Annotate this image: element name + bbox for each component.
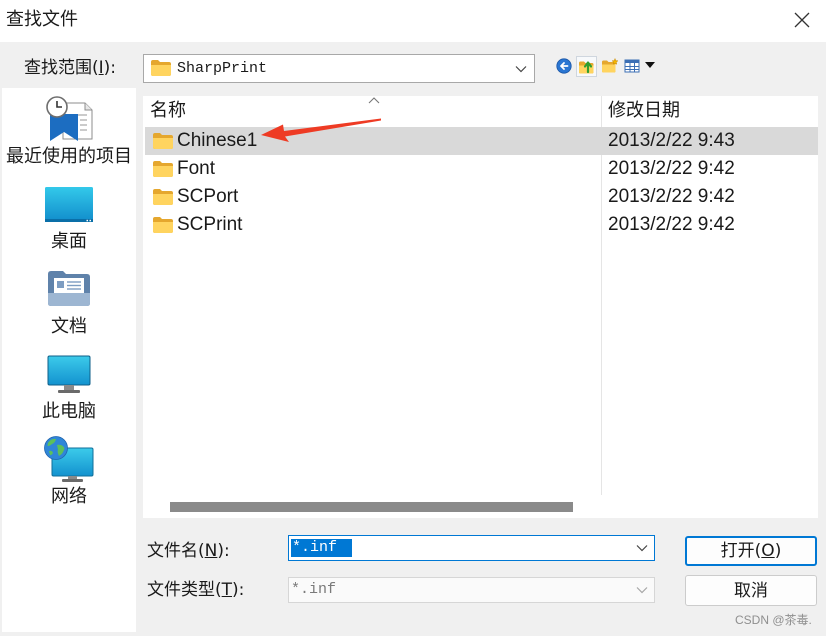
modified-date-cell: 2013/2/22 9:42 — [608, 158, 735, 179]
back-button[interactable] — [556, 58, 572, 74]
folder-icon — [153, 217, 173, 233]
file-name-label: 文件名(N): — [147, 540, 230, 562]
file-type-accelerator: T — [221, 580, 233, 600]
chevron-down-icon[interactable] — [515, 65, 527, 73]
place-desktop[interactable]: 桌面 — [2, 173, 136, 258]
place-label: 文档 — [51, 316, 87, 337]
look-in-label-text: 查找范围( — [24, 58, 99, 78]
column-header-name[interactable]: 名称 — [150, 100, 186, 122]
new-folder-button[interactable] — [601, 57, 619, 74]
modified-date-cell: 2013/2/22 9:43 — [608, 130, 735, 151]
new-folder-icon — [602, 57, 619, 73]
chevron-down-icon — [636, 587, 648, 594]
place-this-pc[interactable]: 此电脑 — [2, 343, 136, 428]
back-icon — [556, 58, 572, 74]
table-row[interactable]: SCPort 2013/2/22 9:42 — [145, 183, 818, 211]
place-label: 桌面 — [51, 231, 87, 252]
desktop-icon — [45, 187, 93, 222]
open-button-accelerator: O — [761, 541, 775, 561]
place-label: 此电脑 — [42, 401, 96, 422]
up-one-level-button[interactable] — [576, 56, 597, 77]
file-name-label-text: 文件名( — [147, 541, 205, 561]
place-label: 网络 — [51, 486, 87, 507]
network-icon — [44, 436, 94, 482]
window-title: 查找文件 — [6, 9, 78, 30]
file-list[interactable]: 名称 修改日期 Chinese1 2013/2/22 9:43 Font 201… — [143, 96, 818, 518]
sort-ascending-icon — [368, 97, 380, 104]
place-network[interactable]: 网络 — [2, 428, 136, 513]
table-row[interactable]: Chinese1 2013/2/22 9:43 — [145, 127, 818, 155]
modified-date-cell: 2013/2/22 9:42 — [608, 214, 735, 235]
recent-items-icon — [46, 96, 93, 141]
title-bar — [0, 0, 826, 42]
look-in-value: SharpPrint — [177, 60, 268, 77]
close-button[interactable] — [786, 4, 818, 36]
file-type-label-text: 文件类型( — [147, 580, 222, 600]
folder-icon — [153, 133, 173, 149]
folder-icon — [153, 161, 173, 177]
chevron-down-icon[interactable] — [636, 544, 648, 552]
documents-icon — [48, 271, 90, 306]
file-name-label-suffix: ): — [217, 541, 230, 561]
file-name-cell: Chinese1 — [177, 130, 258, 151]
file-name-cell: SCPrint — [177, 214, 243, 235]
watermark: CSDN @茶毒. — [735, 613, 812, 627]
folder-icon — [153, 189, 173, 205]
open-button-label-suffix: ) — [774, 541, 782, 561]
file-name-accelerator: N — [204, 541, 218, 561]
horizontal-scrollbar-thumb[interactable] — [170, 502, 573, 512]
file-type-label-suffix: ): — [232, 580, 245, 600]
open-button-label: 打开( — [720, 541, 762, 561]
file-type-label: 文件类型(T): — [147, 579, 244, 601]
look-in-label-suffix: ): — [103, 58, 117, 78]
modified-date-cell: 2013/2/22 9:42 — [608, 186, 735, 207]
cancel-button[interactable]: 取消 — [685, 575, 817, 606]
folder-icon — [151, 60, 171, 76]
file-name-input[interactable]: *.inf — [288, 535, 655, 561]
look-in-label: 查找范围(I): — [24, 57, 116, 79]
look-in-combobox[interactable]: SharpPrint — [143, 54, 535, 83]
file-name-cell: Font — [177, 158, 216, 179]
file-name-value: *.inf — [291, 539, 353, 557]
file-type-value: *.inf — [291, 581, 337, 598]
close-icon — [794, 12, 810, 28]
open-button[interactable]: 打开(O) — [685, 536, 817, 566]
this-pc-icon — [47, 355, 91, 393]
table-row[interactable]: Font 2013/2/22 9:42 — [145, 155, 818, 183]
up-one-level-icon — [579, 61, 594, 74]
cancel-button-label: 取消 — [734, 580, 768, 601]
place-documents[interactable]: 文档 — [2, 258, 136, 343]
place-recent-items[interactable]: 最近使用的项目 — [2, 88, 136, 173]
table-row[interactable]: SCPrint 2013/2/22 9:42 — [145, 211, 818, 239]
view-menu-icon — [624, 59, 640, 73]
view-menu-button[interactable] — [624, 58, 656, 74]
dropdown-triangle-icon — [645, 62, 655, 68]
place-label: 最近使用的项目 — [6, 146, 132, 167]
column-header-modified[interactable]: 修改日期 — [608, 100, 680, 122]
file-type-combobox: *.inf — [288, 577, 655, 603]
file-name-cell: SCPort — [177, 186, 239, 207]
